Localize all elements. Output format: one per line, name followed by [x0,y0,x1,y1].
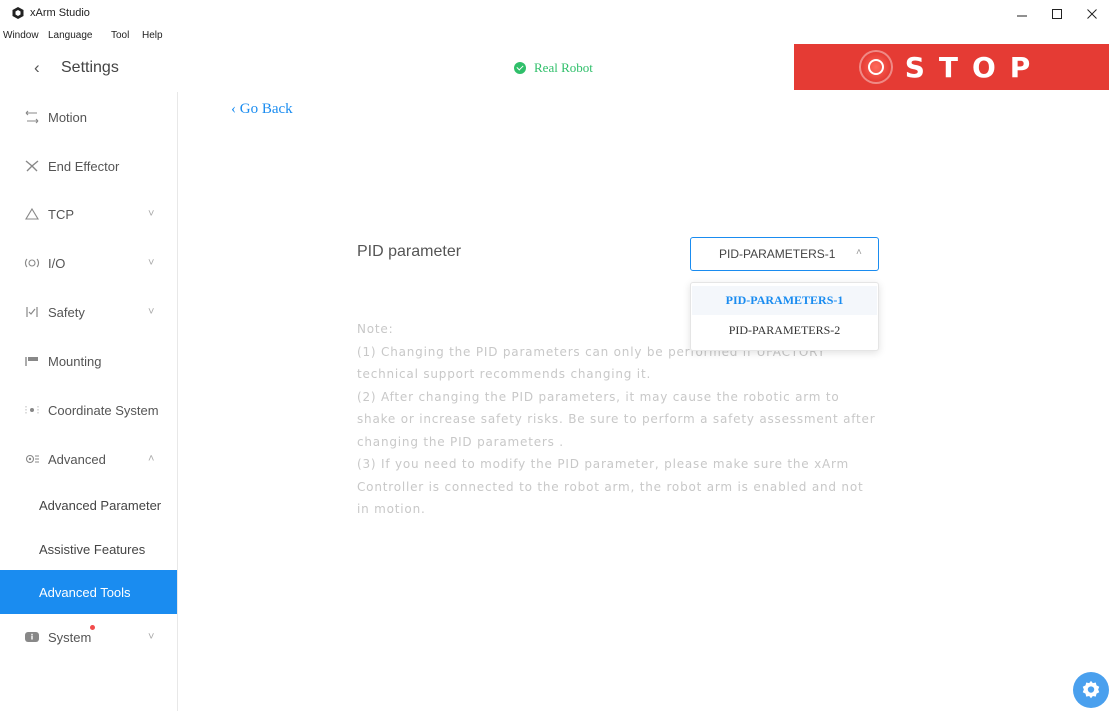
stop-button[interactable]: STOP [794,44,1109,90]
maximize-icon [1052,9,1062,19]
sidebar-item-advanced[interactable]: Advanced ˄ [0,437,177,481]
sidebar-item-io[interactable]: I/O ˅ [0,241,177,285]
sidebar-item-label: Mounting [48,353,102,369]
check-circle-icon [514,62,526,74]
note-line-2: (2) After changing the PID parameters, i… [357,389,876,449]
safety-icon [24,304,40,320]
sidebar-subitem-label: Advanced Parameter [39,497,162,513]
motion-icon [24,109,40,125]
window-title: xArm Studio [30,7,90,19]
chevron-down-icon: ˅ [148,631,155,643]
sidebar-item-mounting[interactable]: Mounting [0,339,177,383]
robot-status-label: Real Robot [534,60,593,75]
go-back-link[interactable]: ‹ Go Back [231,101,293,118]
chevron-up-icon: ˄ [856,247,862,258]
sidebar-item-label: End Effector [48,158,120,174]
pid-option-2[interactable]: PID-PARAMETERS-2 [692,316,877,345]
emergency-stop-icon [858,50,893,84]
settings-gear-button[interactable] [1073,672,1109,708]
back-arrow-icon[interactable]: ‹ [34,58,40,78]
maximize-button[interactable] [1042,4,1072,24]
minimize-icon [1017,15,1027,17]
pid-parameter-select[interactable]: PID-PARAMETERS-1 ˄ [690,237,879,271]
sidebar-item-label: Coordinate System [48,402,159,418]
stop-label: STOP [904,50,1045,84]
sidebar-item-tcp[interactable]: TCP ˅ [0,192,177,236]
sidebar-subitem-assistive-features[interactable]: Assistive Features [0,527,177,571]
io-icon [24,255,40,271]
sidebar-item-system[interactable]: System ˅ [0,615,177,659]
menu-bar: Window Language Tool Help [0,28,1109,44]
sidebar-subitem-advanced-tools[interactable]: Advanced Tools [0,570,177,614]
notification-dot [90,625,95,630]
robot-status: Real Robot [514,60,593,76]
end-effector-icon [24,158,40,174]
sidebar: Motion End Effector TCP ˅ I/O ˅ Safety ˅… [0,92,178,711]
go-back-label: Go Back [239,101,293,117]
sidebar-item-label: Safety [48,304,85,320]
sidebar-item-motion[interactable]: Motion [0,95,177,139]
menu-language[interactable]: Language [48,30,93,41]
system-icon [24,629,40,645]
sidebar-item-label: System [48,629,92,645]
menu-window[interactable]: Window [3,30,39,41]
pid-option-1[interactable]: PID-PARAMETERS-1 [692,286,877,315]
sidebar-item-end-effector[interactable]: End Effector [0,144,177,188]
sidebar-item-safety[interactable]: Safety ˅ [0,290,177,334]
sidebar-item-label: TCP [48,206,74,222]
gear-icon [1082,680,1100,699]
chevron-up-icon: ˄ [148,453,155,465]
pid-dropdown-menu: PID-PARAMETERS-1 PID-PARAMETERS-2 [690,282,879,351]
sidebar-subitem-advanced-parameter[interactable]: Advanced Parameter [0,483,177,527]
chevron-down-icon: ˅ [148,306,155,318]
mounting-icon [24,353,40,369]
close-icon [1087,9,1097,19]
advanced-icon [24,451,40,467]
chevron-down-icon: ˅ [148,257,155,269]
pid-parameter-label: PID parameter [357,243,462,260]
pid-select-value: PID-PARAMETERS-1 [719,247,836,261]
minimize-button[interactable] [1007,4,1037,24]
page-title: Settings [61,59,119,76]
menu-tool[interactable]: Tool [111,30,129,41]
close-button[interactable] [1077,4,1107,24]
sidebar-item-label: I/O [48,255,66,271]
sidebar-item-label: Motion [48,109,88,125]
coordinate-icon [24,402,40,418]
sidebar-item-coordinate-system[interactable]: Coordinate System [0,388,177,432]
sidebar-subitem-label: Assistive Features [39,541,146,557]
header: ‹ Settings Real Robot STOP [0,44,1109,92]
sidebar-subitem-label: Advanced Tools [39,584,131,600]
sidebar-item-label: Advanced [48,451,106,467]
app-logo-icon [12,7,24,19]
chevron-down-icon: ˅ [148,208,155,220]
menu-help[interactable]: Help [142,30,163,41]
note-line-3: (3) If you need to modify the PID parame… [357,457,864,516]
tcp-icon [24,206,40,222]
title-bar: xArm Studio [0,0,1109,28]
